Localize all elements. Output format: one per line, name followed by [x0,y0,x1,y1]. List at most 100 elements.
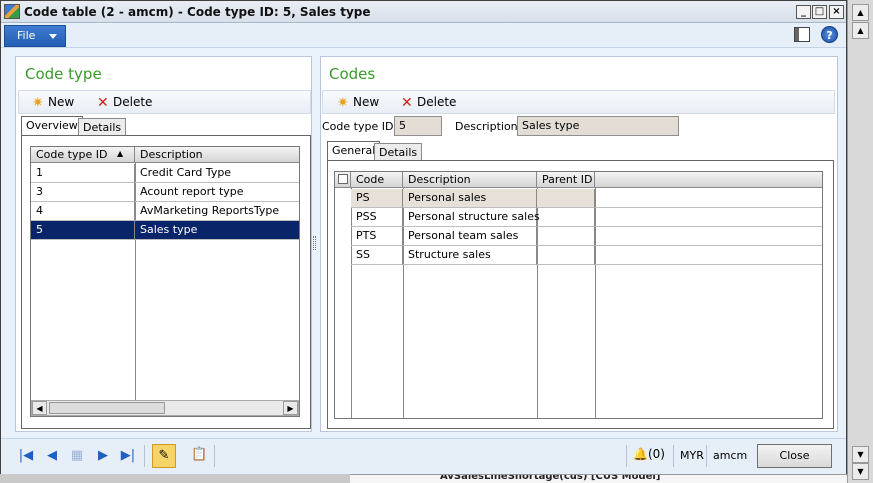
file-menu-button[interactable]: File [4,25,66,47]
table-cell-id[interactable]: 3 [31,183,135,202]
codes-new-button[interactable]: ✷ New [337,95,379,111]
menu-bar: File ? [1,24,846,48]
app-icon [4,4,20,19]
grid-view-icon[interactable]: ▦ [68,448,86,463]
column-header-filler [595,172,822,188]
company-indicator[interactable]: amcm [713,449,747,462]
previous-record-icon[interactable]: ◀ [43,448,61,463]
delete-label: Delete [417,95,457,109]
tab-details[interactable]: Details [374,143,423,161]
codes-grid: Code Description Parent ID PS Personal s… [334,171,823,419]
table-cell-parent-id[interactable] [537,189,595,208]
currency-indicator[interactable]: MYR [680,449,704,462]
table-cell-description[interactable]: AvMarketing ReportsType [135,202,299,221]
scroll-up-icon[interactable]: ▲ [852,22,869,39]
background-tree-item: AvSalesLineShortage(cus) [CUS Model] [440,474,661,482]
close-window-button[interactable]: × [829,5,844,19]
table-row-filler [595,189,822,208]
table-cell-parent-id[interactable] [537,246,595,265]
layout-icon[interactable] [794,27,810,42]
column-header-description[interactable]: Description [135,147,299,163]
table-cell-description[interactable]: Structure sales [403,246,537,265]
table-cell-code[interactable]: PSS [351,208,403,227]
table-cell-id[interactable]: 4 [31,202,135,221]
table-cell-description[interactable]: Acount report type [135,183,299,202]
table-cell-description[interactable]: Personal team sales [403,227,537,246]
bell-icon: 🔔 [633,447,648,461]
horizontal-scrollbar[interactable]: ◀ ▶ [31,400,299,416]
delete-x-icon: ✕ [97,95,109,111]
bottom-toolbar: |◀ ◀ ▦ ▶ ▶| ✎ 📋 🔔(0) MYR amcm Close [1,438,846,474]
background-tree: AvSalesLineShortage(cus) [CUS Model] [350,474,847,483]
code-type-delete-button[interactable]: ✕ Delete [97,95,153,111]
close-button[interactable]: Close [757,444,832,468]
new-star-icon: ✷ [32,95,44,111]
table-cell-description[interactable]: Credit Card Type [135,164,299,183]
last-record-icon[interactable]: ▶| [119,448,137,463]
edit-pencil-icon[interactable]: ✎ [152,444,176,468]
table-cell-id-selected[interactable]: 5 [31,221,135,240]
scroll-down-icon[interactable]: ▼ [852,463,869,480]
delete-x-icon: ✕ [401,95,413,111]
table-cell-code[interactable]: PS [351,189,403,208]
table-cell-description[interactable]: Personal sales [403,189,537,208]
table-row-filler [595,246,822,265]
header-label: Code type ID [36,148,108,161]
code-type-action-pane: ✷ New ✕ Delete [18,90,311,114]
tab-general[interactable]: General [327,141,381,161]
code-type-new-button[interactable]: ✷ New [32,95,75,111]
new-star-icon: ✷ [337,95,349,111]
divider [673,445,674,467]
scroll-thumb[interactable] [49,402,165,414]
codes-delete-button[interactable]: ✕ Delete [401,95,457,111]
code-table-window: Code table (2 - amcm) - Code type ID: 5,… [0,0,847,474]
chevron-down-icon [49,34,57,39]
table-cell-description[interactable]: Personal structure sales [403,208,540,227]
table-cell-description-selected[interactable]: Sales type [135,221,299,240]
description-label: Description: [455,120,522,133]
pane-splitter[interactable] [313,236,316,250]
background-scrollbar [847,0,873,483]
maximize-button[interactable]: □ [812,5,827,19]
scroll-left-icon[interactable]: ◀ [32,401,47,415]
notifications-button[interactable]: 🔔(0) [633,447,665,461]
column-header-description[interactable]: Description [403,172,537,188]
table-cell-parent-id[interactable] [537,227,595,246]
attachment-icon[interactable]: 📋 [191,447,207,462]
tab-details[interactable]: Details [78,118,127,136]
new-label: New [48,95,75,109]
description-field[interactable]: Sales type [517,116,679,136]
minimize-button[interactable]: _ [796,5,811,19]
scroll-right-icon[interactable]: ▶ [283,401,298,415]
codes-title: Codes [329,65,376,83]
table-cell-code[interactable]: PTS [351,227,403,246]
divider [144,445,145,467]
column-header-code[interactable]: Code [351,172,403,188]
column-header-parent-id[interactable]: Parent ID [537,172,595,188]
sort-ascending-icon: ▲ [117,149,124,158]
table-cell-parent-id[interactable] [537,208,595,227]
select-all-checkbox[interactable] [338,174,348,184]
table-row-filler [595,227,822,246]
codes-action-pane: ✷ New ✕ Delete [322,90,835,114]
select-all-header[interactable] [335,172,351,188]
code-type-grid: Code type ID ▲ Description 1 Credit Card… [30,146,300,417]
table-cell-id[interactable]: 1 [31,164,135,183]
scroll-down-icon[interactable]: ▼ [852,446,869,463]
tab-overview[interactable]: Overview [21,116,83,136]
next-record-icon[interactable]: ▶ [94,448,112,463]
help-icon[interactable]: ? [821,26,838,43]
first-record-icon[interactable]: |◀ [17,448,35,463]
column-header-code-type-id[interactable]: Code type ID ▲ [31,147,135,163]
title-bar: Code table (2 - amcm) - Code type ID: 5,… [1,1,846,23]
divider [214,445,215,467]
code-type-title: Code type [25,65,102,83]
table-cell-code[interactable]: SS [351,246,403,265]
delete-label: Delete [113,95,153,109]
window-title: Code table (2 - amcm) - Code type ID: 5,… [24,5,371,19]
divider [706,445,707,467]
divider [626,445,627,467]
scroll-up-icon[interactable]: ▲ [852,4,869,21]
table-row-filler [595,208,822,227]
code-type-id-field[interactable]: 5 [394,116,442,136]
